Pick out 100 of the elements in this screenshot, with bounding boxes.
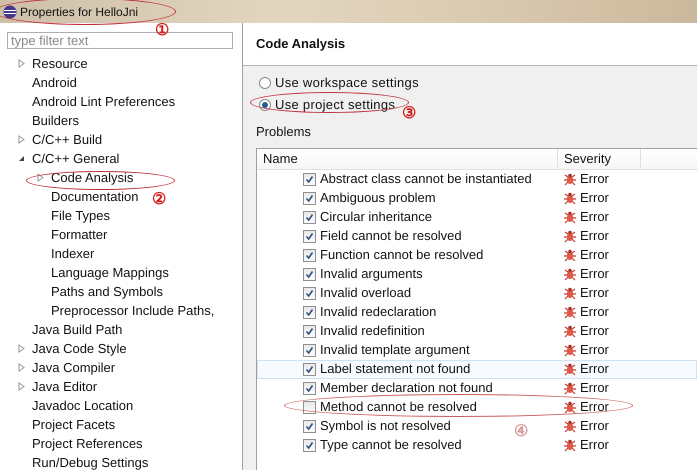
tree-item[interactable]: Java Compiler: [32, 358, 116, 378]
checkbox[interactable]: [303, 324, 316, 338]
severity-text: Error: [580, 227, 609, 246]
problem-name: Method cannot be resolved: [320, 398, 477, 416]
severity-text: Error: [580, 208, 609, 226]
problem-name: Symbol is not resolved: [320, 417, 451, 436]
collapse-arrow-icon[interactable]: [18, 155, 25, 162]
problem-name: Ambiguous problem: [320, 189, 436, 208]
severity-text: Error: [580, 284, 609, 302]
tree-item[interactable]: Project References: [32, 434, 143, 454]
bug-icon: [562, 342, 578, 358]
tree-item[interactable]: Documentation: [51, 186, 138, 206]
tree-item[interactable]: Formatter: [51, 224, 108, 244]
radio-label[interactable]: Use workspace settings: [275, 72, 419, 92]
bug-icon: [562, 228, 578, 244]
expand-arrow-icon[interactable]: [18, 59, 25, 68]
tree-item[interactable]: File Types: [51, 206, 110, 226]
checkbox[interactable]: [303, 192, 316, 204]
severity-text: Error: [580, 417, 609, 436]
bug-icon: [562, 190, 578, 206]
window-title: Properties for HelloJni: [20, 4, 138, 20]
problem-name: Abstract class cannot be instantiated: [320, 170, 532, 188]
checkbox[interactable]: [303, 230, 316, 242]
checkbox[interactable]: [303, 248, 316, 262]
tree-item[interactable]: Resource: [32, 54, 88, 74]
bug-icon: [562, 361, 578, 377]
checkbox[interactable]: [303, 400, 316, 414]
severity-text: Error: [580, 189, 609, 208]
tree-item[interactable]: Android: [32, 72, 77, 92]
expand-arrow-icon[interactable]: [18, 382, 25, 391]
bug-icon: [562, 247, 578, 263]
problem-name: Invalid arguments: [320, 265, 423, 284]
checkbox[interactable]: [303, 344, 316, 356]
checkbox[interactable]: [303, 362, 316, 376]
checkbox[interactable]: [303, 172, 316, 186]
tree-item[interactable]: Java Editor: [32, 376, 98, 396]
tree-item[interactable]: Project Facets: [32, 414, 116, 434]
tree-item[interactable]: Preprocessor Include Paths,: [51, 300, 214, 320]
bug-icon: [562, 399, 578, 415]
tree-item[interactable]: Builders: [32, 110, 79, 130]
severity-text: Error: [580, 436, 609, 454]
problem-name: Invalid redeclaration: [320, 303, 436, 322]
radio-button[interactable]: [259, 76, 271, 88]
bug-icon: [562, 418, 578, 434]
problem-name: Field cannot be resolved: [320, 227, 462, 246]
bug-icon: [562, 171, 578, 187]
tree-item[interactable]: Paths and Symbols: [51, 282, 164, 302]
annotation-number: ④: [514, 424, 528, 440]
bug-icon: [562, 437, 578, 453]
annotation-number: ②: [152, 192, 166, 208]
section-label: Problems: [256, 123, 312, 141]
tree-item[interactable]: Code Analysis: [51, 168, 134, 188]
severity-text: Error: [580, 379, 609, 398]
tree-item[interactable]: C/C++ General: [32, 148, 120, 168]
severity-text: Error: [580, 265, 609, 284]
problem-name: Invalid template argument: [320, 341, 470, 360]
severity-text: Error: [580, 170, 609, 188]
tree-item[interactable]: Indexer: [51, 244, 94, 264]
tree-item[interactable]: Android Lint Preferences: [32, 92, 176, 112]
problem-name: Invalid overload: [320, 284, 412, 302]
checkbox[interactable]: [303, 306, 316, 318]
severity-text: Error: [580, 303, 609, 322]
bug-icon: [562, 304, 578, 320]
problem-name: Type cannot be resolved: [320, 436, 462, 454]
bug-icon: [562, 285, 578, 301]
column-header[interactable]: Severity: [558, 148, 641, 168]
severity-text: Error: [580, 246, 609, 264]
problem-name: Member declaration not found: [320, 379, 493, 398]
tree-item[interactable]: Language Mappings: [51, 262, 169, 282]
checkbox[interactable]: [303, 438, 316, 452]
checkbox[interactable]: [303, 268, 316, 280]
checkbox[interactable]: [303, 420, 316, 432]
bug-icon: [562, 266, 578, 282]
app-icon: [3, 4, 17, 18]
annotation-number: ③: [402, 106, 416, 122]
expand-arrow-icon[interactable]: [18, 344, 25, 353]
tree-item[interactable]: Java Build Path: [32, 320, 122, 340]
radio-button[interactable]: [259, 98, 271, 110]
bug-icon: [562, 380, 578, 396]
page-title: Code Analysis: [256, 35, 346, 54]
severity-text: Error: [580, 341, 609, 360]
tree-item[interactable]: Javadoc Location: [32, 396, 134, 416]
checkbox[interactable]: [303, 382, 316, 394]
problem-name: Invalid redefinition: [320, 322, 425, 340]
tree-item[interactable]: Java Code Style: [32, 338, 127, 358]
checkbox[interactable]: [303, 286, 316, 300]
radio-label[interactable]: Use project settings: [275, 94, 396, 114]
bug-icon: [562, 209, 578, 225]
expand-arrow-icon[interactable]: [18, 363, 25, 372]
bug-icon: [562, 323, 578, 339]
problem-name: Circular inheritance: [320, 208, 432, 226]
severity-text: Error: [580, 398, 609, 416]
tree-item[interactable]: Run/Debug Settings: [32, 452, 148, 470]
column-header[interactable]: Name: [257, 148, 558, 168]
expand-arrow-icon[interactable]: [18, 135, 25, 144]
problem-name: Label statement not found: [320, 360, 470, 378]
tree-item[interactable]: C/C++ Build: [32, 130, 102, 150]
checkbox[interactable]: [303, 210, 316, 224]
severity-text: Error: [580, 360, 609, 378]
expand-arrow-icon[interactable]: [37, 173, 44, 182]
